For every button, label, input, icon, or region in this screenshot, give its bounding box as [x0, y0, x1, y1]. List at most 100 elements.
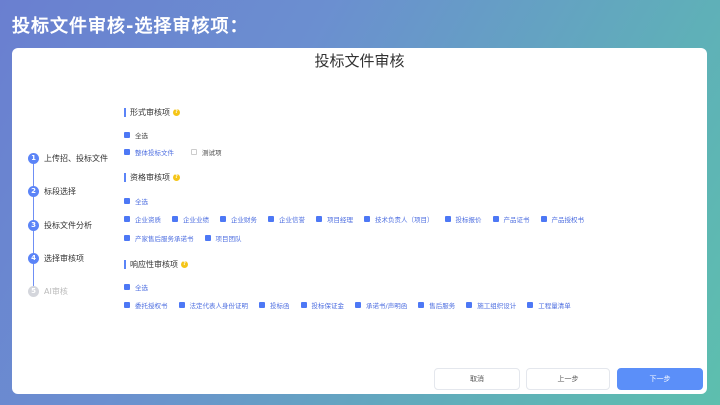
checkbox-label: 产品证书 — [503, 216, 530, 224]
help-icon[interactable]: ? — [173, 174, 180, 181]
checkbox-item[interactable]: 项目经理 — [316, 214, 353, 224]
step-label: 选择审核项 — [44, 253, 84, 263]
checkbox-item[interactable]: 产品证书 — [492, 214, 530, 224]
checkbox-item[interactable]: 企业信誉 — [268, 214, 305, 224]
checkbox-label: 投标函 — [270, 302, 290, 310]
checkbox-label: 承诺书/声明函 — [366, 302, 408, 310]
checkbox-item[interactable]: 投标函 — [259, 300, 290, 310]
checkbox-box[interactable] — [268, 216, 274, 222]
checkbox-box[interactable] — [527, 302, 534, 308]
checkbox-label: 企业财务 — [231, 216, 257, 224]
checkbox-label: 技术负责人（项目） — [375, 216, 434, 224]
checkbox-box[interactable] — [540, 216, 547, 222]
select-all-checkbox[interactable]: 全选 — [124, 130, 148, 140]
checkbox-item[interactable]: 承诺书/声明函 — [355, 300, 407, 310]
section-title-qualification: 资格审核项 ? — [124, 173, 180, 182]
responsiveness-select-all-row: 全选 — [124, 282, 159, 292]
cancel-button[interactable]: 取消 — [434, 368, 520, 390]
formal-items-row: 整体投标文件 测试项 — [124, 147, 233, 157]
checkbox-item[interactable]: 工程量清单 — [527, 300, 571, 310]
section-title-text: 形式审核项 — [130, 108, 170, 117]
checkbox-item[interactable]: 产家售后服务承诺书 — [124, 233, 194, 243]
checkbox-box[interactable] — [124, 198, 130, 204]
formal-select-all-row: 全选 — [124, 130, 159, 140]
checkbox-box[interactable] — [492, 216, 499, 222]
step-label: 标段选择 — [44, 186, 76, 196]
responsiveness-items-row: 委托授权书 法定代表人身份证明 投标函 投标保证金 承诺书/声明函 售后服务 施… — [124, 300, 582, 310]
checkbox-box[interactable] — [124, 149, 130, 155]
checkbox-item[interactable]: 产品授权书 — [540, 214, 585, 224]
checkbox-item[interactable]: 企业业绩 — [172, 214, 209, 224]
checkbox-label: 整体投标文件 — [135, 149, 174, 157]
checkbox-box[interactable] — [418, 302, 425, 308]
checkbox-item[interactable]: 项目团队 — [204, 233, 242, 243]
checkbox-box[interactable] — [124, 284, 130, 290]
checkbox-box[interactable] — [178, 302, 185, 308]
checkbox-item[interactable]: 委托授权书 — [124, 300, 168, 310]
checkbox-box[interactable] — [355, 302, 361, 308]
select-all-checkbox[interactable]: 全选 — [124, 282, 148, 292]
checkbox-item[interactable]: 企业资质 — [124, 214, 161, 224]
checkbox-box[interactable] — [172, 216, 178, 222]
checkbox-box[interactable] — [124, 302, 130, 308]
main-card: 投标文件审核 1 上传招、投标文件 2 标段选择 3 投标文件分析 4 选择审核… — [12, 48, 707, 394]
checkbox-item[interactable]: 投标保证金 — [300, 300, 345, 310]
checkbox-label: 全选 — [135, 198, 148, 206]
checkbox-label: 投标报价 — [455, 216, 482, 224]
page-heading: 投标文件审核-选择审核项： — [12, 16, 249, 37]
checkbox-label: 施工组织设计 — [477, 302, 517, 310]
checkbox-item[interactable]: 施工组织设计 — [466, 300, 516, 310]
step-label: 上传招、投标文件 — [44, 153, 108, 163]
checkbox-item[interactable]: 企业财务 — [220, 214, 257, 224]
checkbox-label: 投标保证金 — [311, 302, 345, 310]
qualification-items-row-2: 产家售后服务承诺书 项目团队 — [124, 233, 253, 243]
checkbox-box[interactable] — [300, 302, 307, 308]
checkbox-item[interactable]: 测试项 — [191, 147, 222, 157]
section-title-text: 响应性审核项 — [130, 260, 178, 269]
prev-step-button[interactable]: 上一步 — [526, 368, 610, 390]
checkbox-item[interactable]: 售后服务 — [418, 300, 455, 310]
card-title: 投标文件审核 — [314, 52, 405, 70]
section-title-text: 资格审核项 — [130, 173, 170, 182]
checkbox-box[interactable] — [220, 216, 226, 222]
step-label: AI审核 — [44, 286, 68, 296]
qualification-items-row-1: 企业资质 企业业绩 企业财务 企业信誉 项目经理 技术负责人（项目） 投标报价 … — [124, 214, 595, 224]
section-title-responsiveness: 响应性审核项 ? — [124, 260, 188, 269]
section-title-formal: 形式审核项 ? — [124, 108, 180, 117]
checkbox-box[interactable] — [444, 216, 451, 222]
step-number: 1 — [28, 152, 39, 164]
step-4[interactable]: 4 选择审核项 — [28, 251, 84, 265]
checkbox-box[interactable] — [124, 132, 130, 138]
step-1[interactable]: 1 上传招、投标文件 — [28, 151, 108, 165]
checkbox-label: 产品授权书 — [551, 216, 585, 224]
checkbox-box[interactable] — [364, 216, 370, 222]
checkbox-label: 全选 — [135, 284, 148, 292]
checkbox-item[interactable]: 法定代表人身份证明 — [178, 300, 248, 310]
select-all-checkbox[interactable]: 全选 — [124, 196, 148, 206]
checkbox-box[interactable] — [124, 235, 130, 241]
checkbox-item[interactable]: 投标报价 — [444, 214, 482, 224]
step-label: 投标文件分析 — [44, 220, 92, 230]
checkbox-label: 工程量清单 — [538, 302, 571, 310]
checkbox-label: 委托授权书 — [135, 302, 168, 310]
step-3[interactable]: 3 投标文件分析 — [28, 218, 92, 232]
help-icon[interactable]: ? — [173, 109, 180, 116]
step-2[interactable]: 2 标段选择 — [28, 184, 76, 198]
checkbox-label: 测试项 — [202, 149, 222, 157]
checkbox-box[interactable] — [204, 235, 211, 241]
checkbox-item[interactable]: 整体投标文件 — [124, 147, 174, 157]
checkbox-box[interactable] — [316, 216, 322, 222]
checkbox-label: 企业信誉 — [279, 216, 305, 224]
checkbox-box[interactable] — [191, 149, 197, 155]
step-number: 5 — [28, 285, 39, 297]
checkbox-label: 企业资质 — [135, 216, 161, 224]
checkbox-box[interactable] — [259, 302, 265, 308]
checkbox-label: 售后服务 — [429, 302, 456, 310]
checkbox-label: 项目团队 — [215, 235, 242, 243]
checkbox-box[interactable] — [124, 216, 130, 222]
checkbox-item[interactable]: 技术负责人（项目） — [364, 214, 434, 224]
help-icon[interactable]: ? — [181, 261, 188, 268]
checkbox-box[interactable] — [466, 302, 473, 308]
next-step-button[interactable]: 下一步 — [617, 368, 703, 390]
progress-stepper: 1 上传招、投标文件 2 标段选择 3 投标文件分析 4 选择审核项 5 AI审… — [28, 148, 118, 298]
